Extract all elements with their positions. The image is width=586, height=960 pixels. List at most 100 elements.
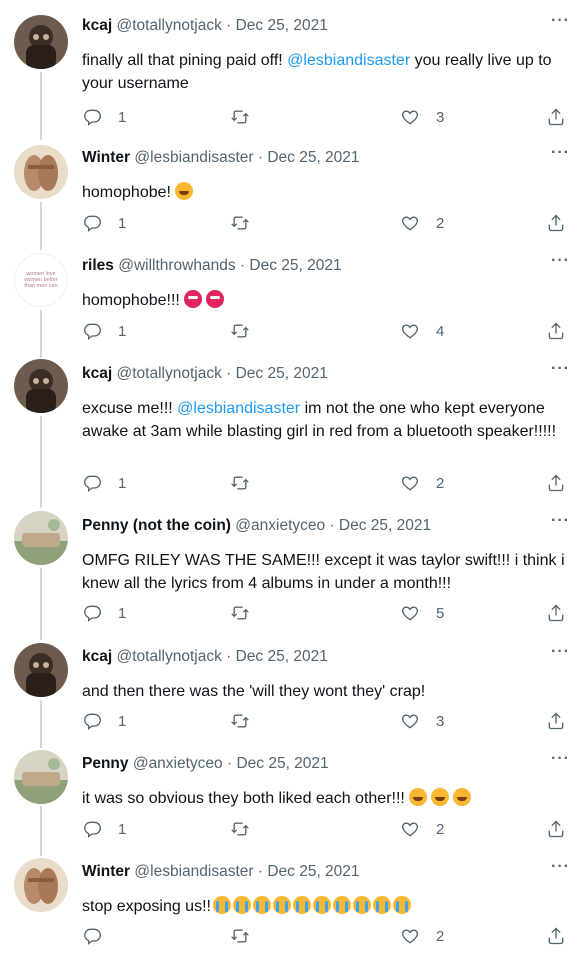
display-name[interactable]: Winter: [82, 149, 130, 166]
sob-emoji-icon: [232, 896, 251, 914]
like-button[interactable]: 2: [400, 472, 444, 494]
reply-button[interactable]: 1: [82, 106, 126, 128]
user-handle[interactable]: @totallynotjack: [116, 17, 221, 34]
retweet-button[interactable]: [230, 602, 250, 624]
share-button[interactable]: [546, 925, 566, 947]
more-icon[interactable]: ···: [551, 360, 570, 378]
user-handle[interactable]: @willthrowhands: [118, 257, 235, 274]
more-icon[interactable]: ···: [551, 858, 570, 876]
like-count: 2: [436, 820, 445, 838]
reply-button[interactable]: [82, 925, 102, 947]
share-button[interactable]: [546, 320, 566, 342]
reply-count: 1: [118, 604, 127, 622]
tweet-header: Penny (not the coin) @anxietyceo · Dec 2…: [82, 516, 546, 536]
retweet-button[interactable]: [230, 320, 250, 342]
sob-emoji-icon: [372, 896, 391, 914]
like-button[interactable]: 2: [400, 212, 444, 234]
tweet-date[interactable]: Dec 25, 2021: [249, 257, 341, 274]
tweet-date[interactable]: Dec 25, 2021: [236, 17, 328, 34]
tweet-date[interactable]: Dec 25, 2021: [236, 755, 328, 772]
retweet-button[interactable]: [230, 472, 250, 494]
retweet-icon: [230, 107, 250, 127]
like-button[interactable]: 2: [400, 925, 444, 947]
like-button[interactable]: 3: [400, 710, 444, 732]
display-name[interactable]: kcaj: [82, 648, 112, 665]
mention-link[interactable]: @lesbiandisaster: [287, 52, 410, 69]
reply-icon: [82, 926, 102, 946]
retweet-button[interactable]: [230, 818, 250, 840]
more-icon[interactable]: ···: [551, 512, 570, 530]
more-icon[interactable]: ···: [551, 643, 570, 661]
more-icon[interactable]: ···: [551, 252, 570, 270]
tweet-text: finally all that pining paid off! @lesbi…: [82, 50, 572, 95]
retweet-button[interactable]: [230, 106, 250, 128]
tweet-date[interactable]: Dec 25, 2021: [339, 517, 431, 534]
share-button[interactable]: [546, 472, 566, 494]
tweet-actions: 13: [82, 106, 572, 128]
user-handle[interactable]: @totallynotjack: [116, 365, 221, 382]
share-button[interactable]: [546, 818, 566, 840]
like-count: 2: [436, 214, 445, 232]
share-button[interactable]: [546, 602, 566, 624]
share-icon: [546, 603, 566, 623]
retweet-button[interactable]: [230, 710, 250, 732]
reply-button[interactable]: 1: [82, 602, 126, 624]
tweet-actions: 2: [82, 925, 572, 947]
share-icon: [546, 321, 566, 341]
tweet-date[interactable]: Dec 25, 2021: [236, 648, 328, 665]
share-button[interactable]: [546, 212, 566, 234]
tweet-date[interactable]: Dec 25, 2021: [267, 863, 359, 880]
tweet: kcaj @totallynotjack · Dec 25, 2021 ··· ex…: [0, 360, 586, 496]
tweet-text-part: excuse me!!!: [82, 400, 178, 417]
like-button[interactable]: 5: [400, 602, 444, 624]
display-name[interactable]: Winter: [82, 863, 130, 880]
tweet-date[interactable]: Dec 25, 2021: [267, 149, 359, 166]
tweet-actions: 12: [82, 212, 572, 234]
reply-button[interactable]: 1: [82, 472, 126, 494]
share-button[interactable]: [546, 710, 566, 732]
share-icon: [546, 926, 566, 946]
tweet-header: kcaj @totallynotjack · Dec 25, 2021: [82, 364, 546, 384]
tweet-header: kcaj @totallynotjack · Dec 25, 2021: [82, 647, 546, 667]
tweet-actions: 13: [82, 710, 572, 732]
more-icon[interactable]: ···: [551, 12, 570, 30]
reply-button[interactable]: 1: [82, 818, 126, 840]
display-name[interactable]: riles: [82, 257, 114, 274]
rofl-emoji-icon: [174, 182, 193, 200]
display-name[interactable]: kcaj: [82, 17, 112, 34]
tweet-date[interactable]: Dec 25, 2021: [236, 365, 328, 382]
user-handle[interactable]: @anxietyceo: [133, 755, 223, 772]
tweet-header: kcaj @totallynotjack · Dec 25, 2021: [82, 16, 546, 36]
reply-button[interactable]: 1: [82, 710, 126, 732]
like-button[interactable]: 3: [400, 106, 444, 128]
sob-emoji-icon: [332, 896, 351, 914]
user-handle[interactable]: @lesbiandisaster: [134, 863, 253, 880]
more-icon[interactable]: ···: [551, 144, 570, 162]
tweet-text: it was so obvious they both liked each o…: [82, 788, 572, 811]
reply-icon: [82, 711, 102, 731]
like-button[interactable]: 4: [400, 320, 444, 342]
display-name[interactable]: Penny (not the coin): [82, 517, 231, 534]
retweet-button[interactable]: [230, 925, 250, 947]
user-handle[interactable]: @anxietyceo: [235, 517, 325, 534]
display-name[interactable]: Penny: [82, 755, 129, 772]
tweet-text: excuse me!!! @lesbiandisaster im not the…: [82, 398, 572, 443]
tweet: kcaj @totallynotjack · Dec 25, 2021 ··· an…: [0, 643, 586, 734]
user-handle[interactable]: @totallynotjack: [116, 648, 221, 665]
reply-count: 1: [118, 712, 127, 730]
share-icon: [546, 819, 566, 839]
share-button[interactable]: [546, 106, 566, 128]
like-button[interactable]: 2: [400, 818, 444, 840]
rofl-emoji-icon: [430, 788, 449, 806]
reply-button[interactable]: 1: [82, 212, 126, 234]
sob-emoji-icon: [392, 896, 411, 914]
like-count: 4: [436, 322, 445, 340]
display-name[interactable]: kcaj: [82, 365, 112, 382]
more-icon[interactable]: ···: [551, 750, 570, 768]
user-handle[interactable]: @lesbiandisaster: [134, 149, 253, 166]
retweet-button[interactable]: [230, 212, 250, 234]
reply-button[interactable]: 1: [82, 320, 126, 342]
tweet-actions: 12: [82, 818, 572, 840]
mention-link[interactable]: @lesbiandisaster: [177, 400, 300, 417]
retweet-icon: [230, 603, 250, 623]
